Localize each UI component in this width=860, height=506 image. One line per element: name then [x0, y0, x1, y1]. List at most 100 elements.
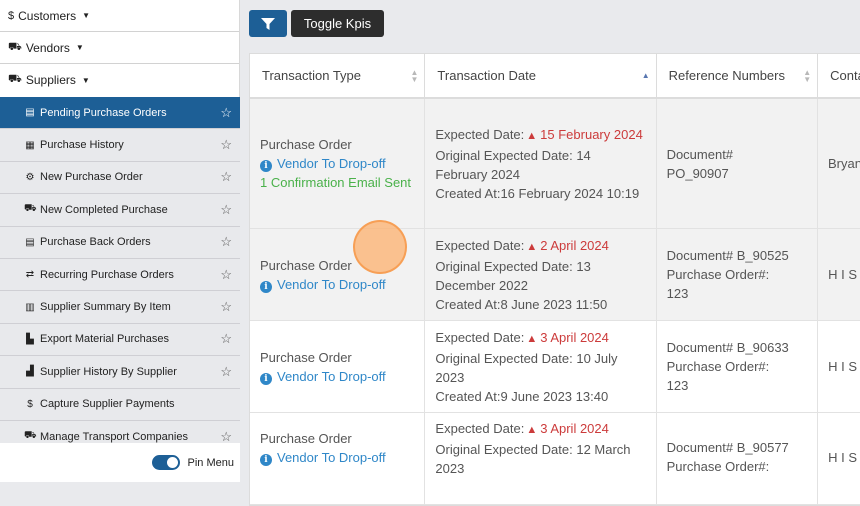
- sidebar-item-supplier-summary-by-item[interactable]: ▥ Supplier Summary By Item ☆: [0, 291, 240, 324]
- sidebar-item-export-material-purchases[interactable]: ▙ Export Material Purchases ☆: [0, 324, 240, 357]
- truck-loading-icon: ⛟: [8, 73, 22, 85]
- pin-menu-control: Pin Menu: [0, 443, 240, 482]
- pin-menu-label: Pin Menu: [187, 456, 234, 469]
- filter-icon: [261, 17, 275, 30]
- sidebar-item-new-purchase-order[interactable]: ⚙ New Purchase Order ☆: [0, 162, 240, 195]
- star-icon[interactable]: ☆: [220, 267, 232, 283]
- sort-ascending-icon: ▲: [641, 71, 650, 80]
- vendor-link[interactable]: i Vendor To Drop-off: [260, 154, 414, 173]
- vendor-link[interactable]: i Vendor To Drop-off: [260, 275, 414, 294]
- table-row[interactable]: Purchase Order i Vendor To Drop-off 1 Con…: [250, 99, 860, 229]
- dollar-icon: $: [8, 9, 15, 22]
- truck-icon: ⛟: [8, 40, 22, 53]
- sidebar-item-label: Purchase History: [40, 139, 124, 152]
- column-header-reference-numbers[interactable]: Reference Numbers ▲ ▼: [657, 54, 819, 97]
- column-header-transaction-date[interactable]: Transaction Date ▲: [425, 54, 657, 97]
- cell-transaction-type: Purchase Order i Vendor To Drop-off: [250, 321, 426, 412]
- sidebar-item-label: Supplier Summary By Item: [40, 301, 171, 314]
- cell-contact: H I S: [828, 359, 858, 374]
- warning-icon: ▲: [526, 424, 538, 436]
- star-icon[interactable]: ☆: [220, 137, 232, 153]
- cell-reference-numbers: Document# PO_90907: [657, 99, 818, 228]
- confirmation-status: 1 Confirmation Email Sent: [260, 175, 412, 190]
- created-at: 8 June 2023 11:50: [500, 296, 608, 312]
- cell-reference-numbers: Document# B_90525 Purchase Order#: 123: [657, 229, 819, 320]
- cell-transaction-date: Expected Date: ▲ 3 April 2024 Original Exp…: [425, 321, 657, 412]
- sidebar-group-label: Customers: [18, 8, 77, 23]
- caret-down-icon: ▼: [82, 11, 91, 20]
- sidebar-item-label: Manage Transport Companies: [40, 430, 188, 443]
- vendor-link[interactable]: i Vendor To Drop-off: [260, 367, 414, 386]
- recurring-icon: ⇄: [25, 269, 35, 281]
- click-indicator: [353, 220, 407, 274]
- transaction-type: Purchase Order: [260, 431, 352, 446]
- sidebar-item-recurring-purchase-orders[interactable]: ⇄ Recurring Purchase Orders ☆: [0, 259, 240, 292]
- table-row[interactable]: Purchase Order i Vendor To Drop-off Expec…: [250, 229, 860, 321]
- created-at: 9 June 2023 13:40: [500, 388, 609, 404]
- star-icon[interactable]: ☆: [220, 202, 232, 218]
- barcode-icon: ▥: [25, 301, 35, 313]
- cell-contact: H I S: [828, 450, 858, 465]
- warning-icon: ▲: [526, 332, 538, 345]
- cell-transaction-type: Purchase Order i Vendor To Drop-off: [250, 413, 426, 505]
- star-icon[interactable]: ☆: [220, 105, 232, 121]
- star-icon[interactable]: ☆: [220, 331, 232, 347]
- table-icon: ▦: [25, 139, 35, 151]
- sidebar-item-manage-transport-companies[interactable]: ⛟ Manage Transport Companies ☆: [0, 421, 240, 443]
- cell-transaction-type: Purchase Order i Vendor To Drop-off 1 Con…: [250, 99, 426, 228]
- sidebar: $ Customers ▼ ⛟ Vendors ▼ ⛟ Suppliers ▼ …: [0, 0, 240, 482]
- sidebar-group-label: Vendors: [25, 40, 70, 55]
- sort-icon: ▲ ▼: [803, 68, 812, 84]
- sidebar-group-suppliers[interactable]: ⛟ Suppliers ▼: [0, 64, 239, 96]
- star-icon[interactable]: ☆: [220, 234, 232, 250]
- sidebar-item-purchase-history[interactable]: ▦ Purchase History ☆: [0, 129, 240, 162]
- sidebar-item-supplier-history-by-supplier[interactable]: ▟ Supplier History By Supplier ☆: [0, 356, 240, 389]
- cell-transaction-date: Expected Date: ▲ 15 February 2024 Original…: [425, 99, 657, 228]
- expected-date: 3 April 2024: [540, 329, 609, 345]
- info-icon: i: [260, 372, 272, 385]
- sidebar-item-label: Supplier History By Supplier: [40, 365, 177, 378]
- sidebar-item-label: Purchase Back Orders: [40, 236, 151, 249]
- warning-icon: ▲: [526, 240, 538, 253]
- toggle-kpis-button[interactable]: Toggle Kpis: [291, 10, 384, 37]
- vendor-link[interactable]: i Vendor To Drop-off: [260, 448, 414, 467]
- sidebar-item-label: Pending Purchase Orders: [40, 106, 167, 119]
- sidebar-item-label: Recurring Purchase Orders: [40, 268, 174, 281]
- sidebar-supplier-items: ▤ Pending Purchase Orders ☆ ▦ Purchase H…: [0, 97, 240, 443]
- star-icon[interactable]: ☆: [220, 364, 232, 380]
- sidebar-item-label: Capture Supplier Payments: [40, 398, 175, 411]
- cell-reference-numbers: Document# B_90633 Purchase Order#: 123: [657, 321, 819, 412]
- sidebar-groups: $ Customers ▼ ⛟ Vendors ▼ ⛟ Suppliers ▼: [0, 0, 239, 97]
- sidebar-item-label: New Purchase Order: [40, 171, 143, 184]
- caret-down-icon: ▼: [81, 75, 90, 85]
- star-icon[interactable]: ☆: [220, 299, 232, 315]
- column-header-contact[interactable]: Conta: [818, 54, 860, 97]
- sidebar-group-label: Suppliers: [25, 73, 76, 87]
- warning-icon: ▲: [526, 129, 538, 142]
- transaction-type: Purchase Order: [260, 349, 352, 365]
- star-icon[interactable]: ☆: [220, 169, 232, 185]
- sidebar-item-new-completed-purchase[interactable]: ⛟ New Completed Purchase ☆: [0, 194, 240, 227]
- sidebar-item-purchase-back-orders[interactable]: ▤ Purchase Back Orders ☆: [0, 227, 240, 259]
- info-icon: i: [260, 454, 272, 466]
- table-row[interactable]: Purchase Order i Vendor To Drop-off Expec…: [250, 321, 860, 413]
- sidebar-group-customers[interactable]: $ Customers ▼: [0, 0, 239, 32]
- created-at: 16 February 2024 10:19: [500, 185, 640, 201]
- clipboard-icon: ▤: [25, 107, 35, 119]
- sidebar-group-vendors[interactable]: ⛟ Vendors ▼: [0, 32, 239, 64]
- chart-icon: ▟: [26, 366, 34, 378]
- sort-icon: ▲ ▼: [410, 68, 419, 84]
- star-icon[interactable]: ☆: [220, 429, 232, 443]
- cell-reference-numbers: Document# B_90577 Purchase Order#:: [657, 413, 819, 505]
- cell-transaction-date: Expected Date: ▲ 3 April 2024 Original Exp…: [425, 413, 657, 505]
- sidebar-item-pending-purchase-orders[interactable]: ▤ Pending Purchase Orders ☆: [0, 97, 240, 130]
- sidebar-item-capture-supplier-payments[interactable]: $ Capture Supplier Payments: [0, 389, 240, 421]
- filter-button[interactable]: [249, 10, 287, 37]
- info-icon: i: [260, 160, 272, 172]
- table-row[interactable]: Purchase Order i Vendor To Drop-off Expec…: [250, 413, 860, 505]
- column-header-transaction-type[interactable]: Transaction Type ▲ ▼: [250, 54, 426, 97]
- expected-date: 2 April 2024: [540, 237, 609, 253]
- pin-menu-toggle[interactable]: [151, 455, 180, 470]
- sidebar-item-label: Export Material Purchases: [40, 333, 169, 346]
- truck-loading-icon: ⛟: [24, 203, 37, 215]
